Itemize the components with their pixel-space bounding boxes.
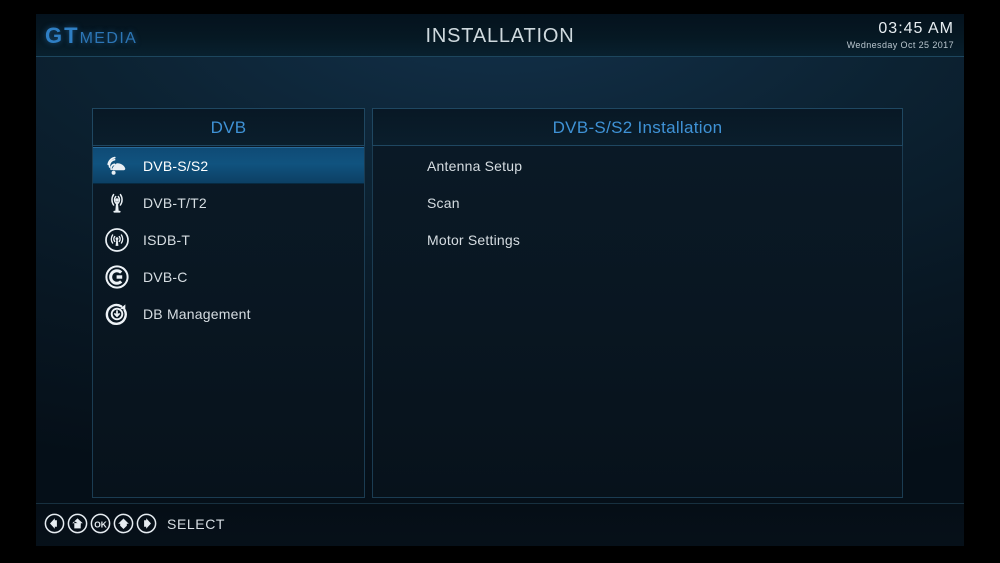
- page-title: INSTALLATION: [425, 25, 575, 47]
- circled-c-icon: [103, 263, 131, 291]
- option-scan[interactable]: Scan: [373, 184, 902, 221]
- clock: 03:45 AM Wednesday Oct 25 2017: [847, 20, 954, 51]
- dvb-type-list: DVB-S/S2 DVB-T/T2 ISDB-T DVB-C DB Manage…: [93, 147, 364, 497]
- arrow-down-key-icon[interactable]: [113, 513, 134, 534]
- option-label: Antenna Setup: [427, 157, 523, 174]
- arrow-up-key-icon[interactable]: [67, 513, 88, 534]
- installation-option-list: Antenna Setup Scan Motor Settings: [373, 147, 902, 497]
- option-motor-settings[interactable]: Motor Settings: [373, 221, 902, 258]
- svg-text:OK: OK: [94, 519, 107, 529]
- installation-panel-header: DVB-S/S2 Installation: [372, 108, 903, 146]
- option-antenna-setup[interactable]: Antenna Setup: [373, 147, 902, 184]
- sidebar-item-isdb-t[interactable]: ISDB-T: [93, 221, 364, 258]
- tv-screen: GTMEDIA INSTALLATION 03:45 AM Wednesday …: [0, 0, 1000, 563]
- circled-broadcast-icon: [103, 226, 131, 254]
- option-label: Scan: [427, 194, 460, 211]
- top-header-bar: GTMEDIA INSTALLATION 03:45 AM Wednesday …: [36, 14, 964, 57]
- sidebar-item-label: DVB-T/T2: [143, 194, 207, 211]
- sidebar-item-label: DVB-S/S2: [143, 157, 209, 174]
- arrow-left-key-icon[interactable]: [44, 513, 65, 534]
- sidebar-item-label: DB Management: [143, 305, 251, 322]
- sidebar-item-label: ISDB-T: [143, 231, 191, 248]
- sidebar-item-label: DVB-C: [143, 268, 188, 285]
- sidebar-item-dvb-t-t2[interactable]: DVB-T/T2: [93, 184, 364, 221]
- circular-refresh-icon: [103, 300, 131, 328]
- hint-label: SELECT: [167, 515, 226, 532]
- bottom-hint-bar: OK SELECT: [36, 503, 964, 546]
- satellite-dish-icon: [103, 152, 131, 180]
- ok-key-icon[interactable]: OK: [90, 513, 111, 534]
- device-ui-frame: GTMEDIA INSTALLATION 03:45 AM Wednesday …: [36, 14, 964, 546]
- clock-time: 03:45 AM: [878, 20, 954, 37]
- sidebar-item-db-management[interactable]: DB Management: [93, 295, 364, 332]
- antenna-tower-icon: [103, 189, 131, 217]
- body-area: DVB DVB-S/S2 DVB-T/T2 ISDB-T DVB-C DB Ma…: [36, 56, 964, 503]
- arrow-right-key-icon[interactable]: [136, 513, 157, 534]
- clock-date: Wednesday Oct 25 2017: [846, 40, 954, 50]
- key-hint-group: OK SELECT: [44, 513, 225, 534]
- sidebar-item-dvb-c[interactable]: DVB-C: [93, 258, 364, 295]
- sidebar-item-dvb-s-s2[interactable]: DVB-S/S2: [93, 147, 364, 184]
- dvb-type-panel: DVB DVB-S/S2 DVB-T/T2 ISDB-T DVB-C DB Ma…: [92, 108, 365, 498]
- dvb-panel-header: DVB: [92, 108, 365, 146]
- option-label: Motor Settings: [427, 231, 521, 248]
- dvb-s-s2-installation-panel: DVB-S/S2 Installation Antenna Setup Scan…: [372, 108, 903, 498]
